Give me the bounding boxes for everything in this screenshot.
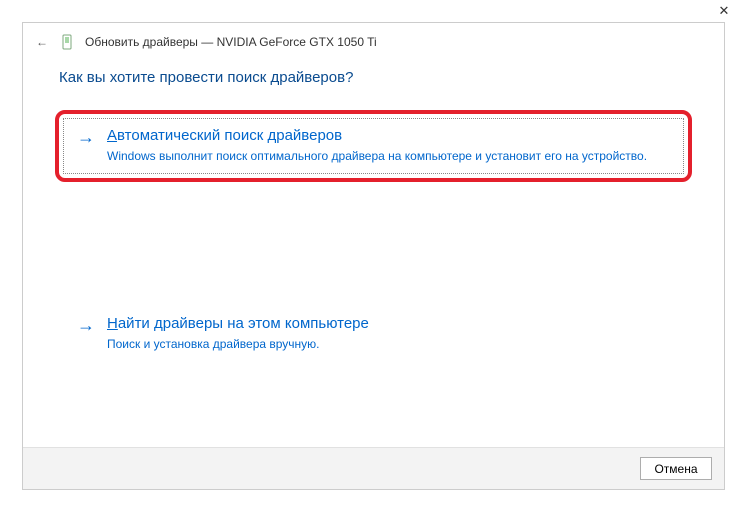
option-description: Поиск и установка драйвера вручную. (107, 336, 670, 352)
titlebar: ✕ (0, 0, 747, 22)
dialog-inner: ← Обновить драйверы — NVIDIA GeForce GTX… (22, 22, 725, 490)
option-auto-search[interactable]: → Автоматический поиск драйверов Windows… (55, 110, 692, 182)
option-title: Найти драйверы на этом компьютере (107, 314, 670, 334)
option-title-rest: айти драйверы на этом компьютере (118, 315, 369, 332)
close-button[interactable]: ✕ (701, 0, 747, 22)
device-icon (61, 34, 75, 50)
option-title-rest: втоматический поиск драйверов (117, 127, 342, 144)
dialog-title: Обновить драйверы — NVIDIA GeForce GTX 1… (85, 35, 377, 49)
dialog-content: Как вы хотите провести поиск драйверов? … (23, 61, 724, 447)
option-title-accesskey: Н (107, 315, 118, 332)
arrow-right-icon: → (77, 127, 95, 147)
back-arrow-icon: ← (36, 35, 48, 49)
option-body: Автоматический поиск драйверов Windows в… (107, 126, 670, 164)
cancel-button[interactable]: Отмена (640, 457, 712, 480)
option-title: Автоматический поиск драйверов (107, 126, 670, 146)
option-title-accesskey: А (107, 127, 117, 144)
option-body: Найти драйверы на этом компьютере Поиск … (107, 314, 670, 352)
arrow-right-icon: → (77, 315, 95, 335)
option-browse-computer[interactable]: → Найти драйверы на этом компьютере Поис… (59, 302, 688, 366)
dialog-window: ✕ ← Обновить драйверы — NVIDIA GeForce G… (0, 0, 747, 512)
option-description: Windows выполнит поиск оптимального драй… (107, 148, 670, 164)
dialog-footer: Отмена (23, 447, 724, 489)
dialog-header: ← Обновить драйверы — NVIDIA GeForce GTX… (23, 23, 724, 61)
close-icon: ✕ (719, 3, 730, 19)
back-button[interactable]: ← (33, 33, 51, 51)
question-heading: Как вы хотите провести поиск драйверов? (59, 69, 688, 86)
